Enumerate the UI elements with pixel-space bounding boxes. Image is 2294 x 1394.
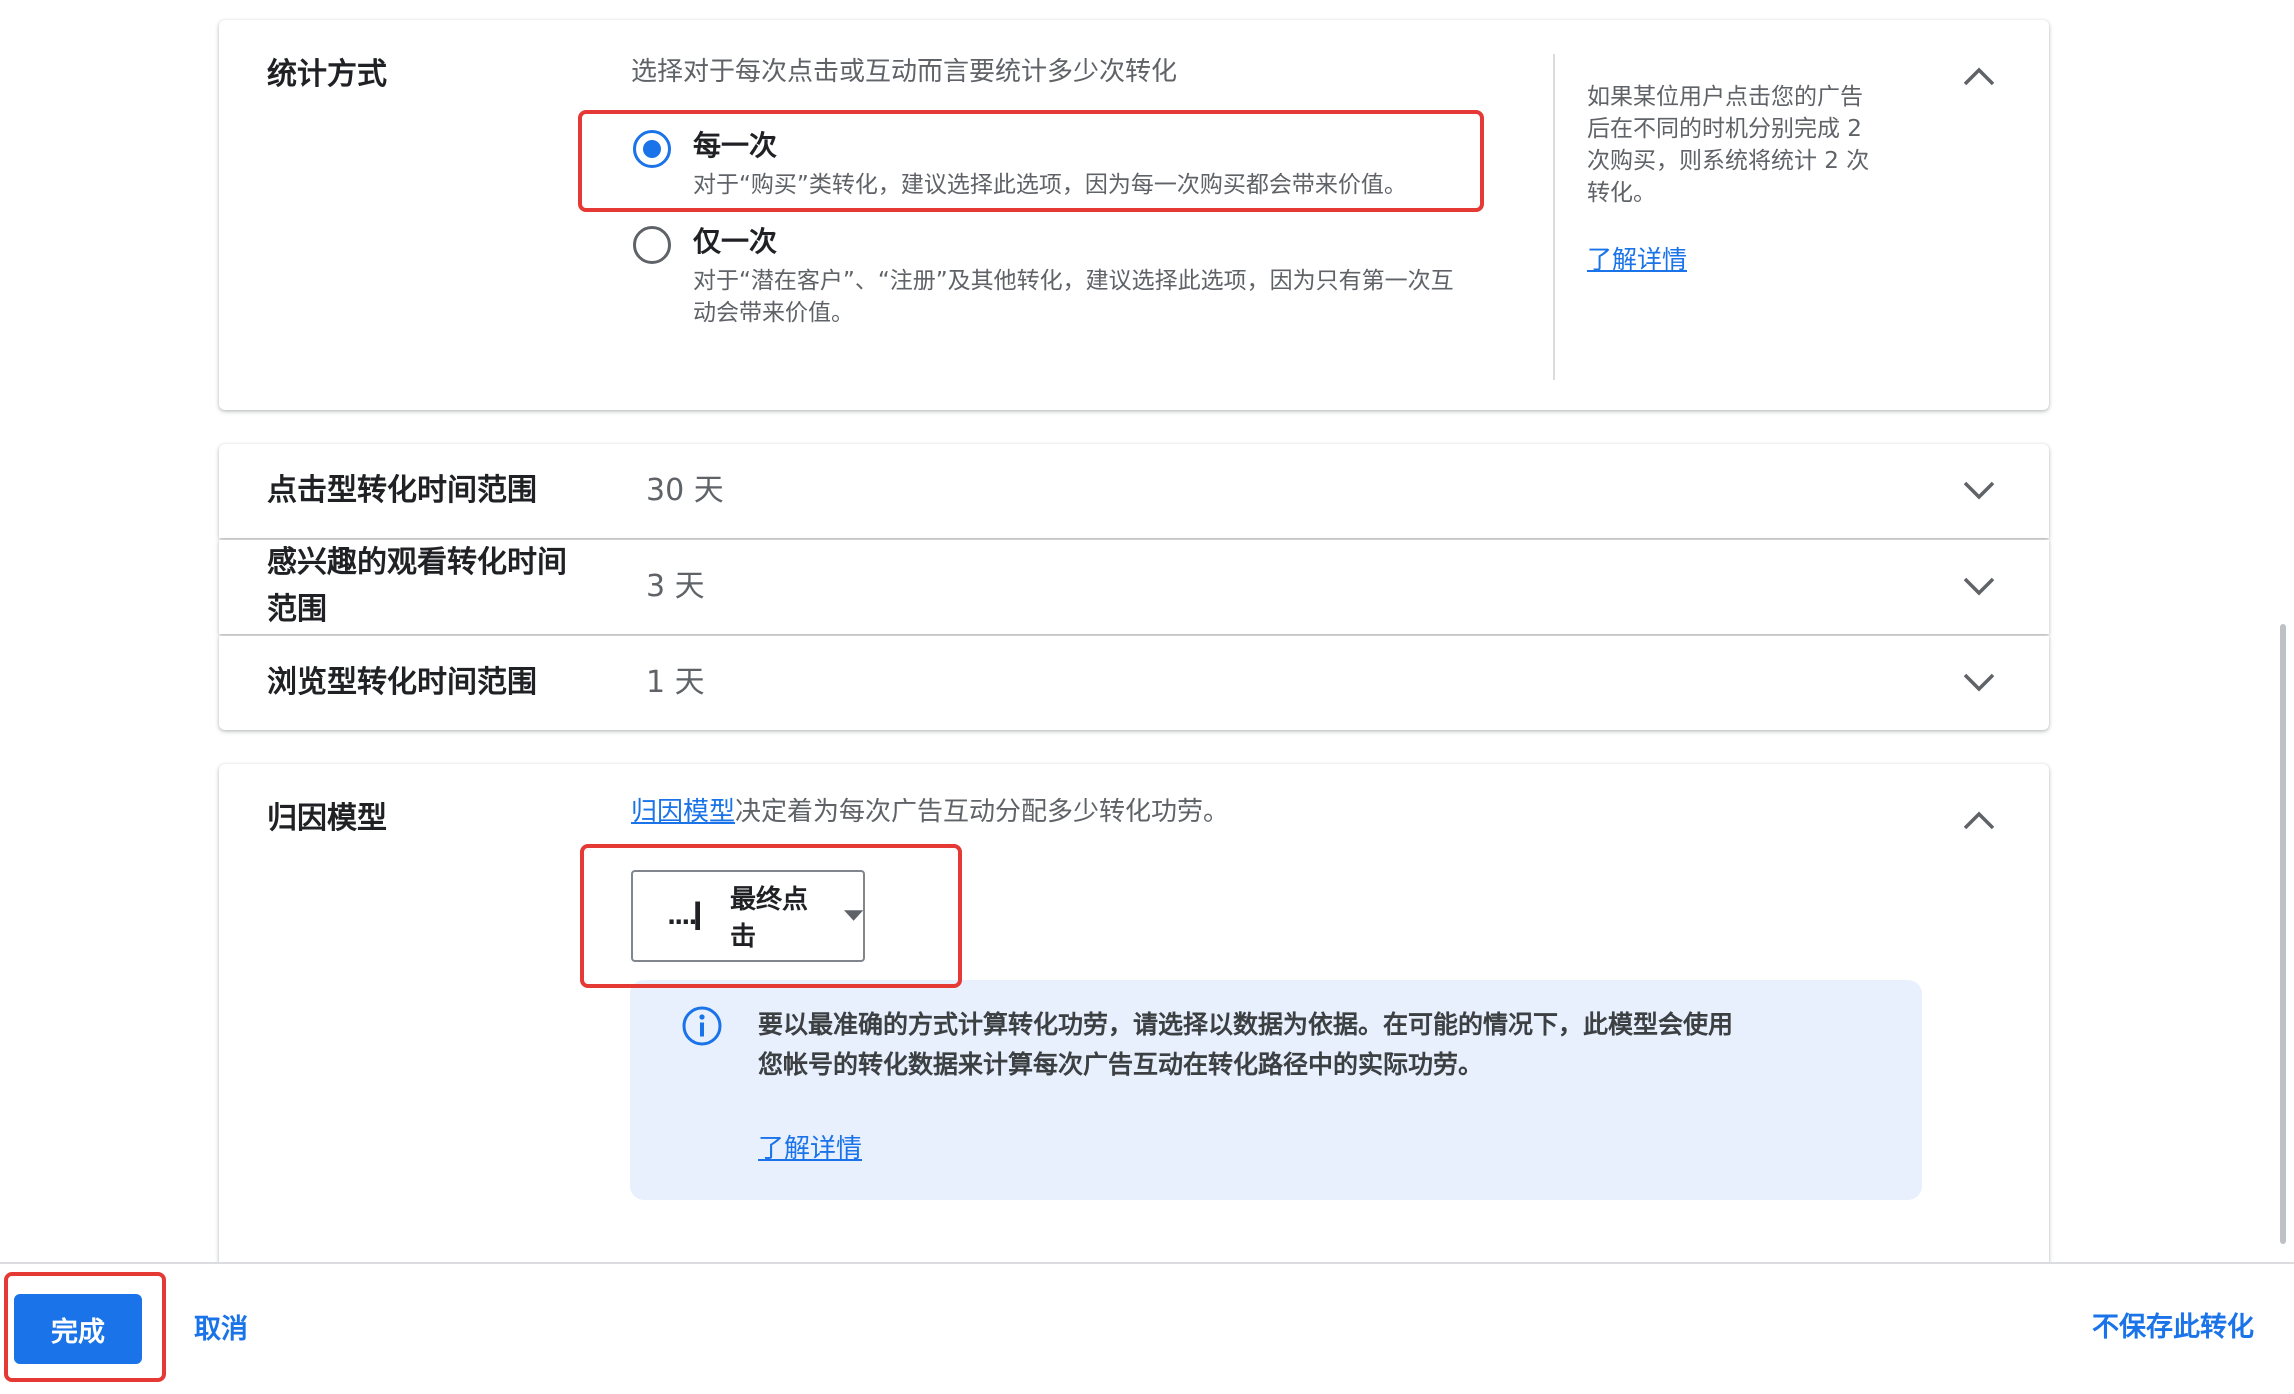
engaged-view-window-title-line1: 感兴趣的观看转化时间 <box>267 545 567 580</box>
expand-engaged-view-button[interactable] <box>1959 567 1999 607</box>
expand-view-through-button[interactable] <box>1959 663 1999 703</box>
attribution-model-dropdown[interactable]: ....▎ 最终点击 <box>631 870 865 962</box>
attribution-description: 归因模型决定着为每次广告互动分配多少转化功劳。 <box>631 794 1229 830</box>
attribution-info-box: 要以最准确的方式计算转化功劳，请选择以数据为依据。在可能的情况下，此模型会使用 … <box>630 980 1922 1200</box>
attribution-dropdown-value: 最终点击 <box>729 885 808 952</box>
click-through-window-value: 30 天 <box>646 473 724 508</box>
last-click-model-icon: ....▎ <box>667 902 714 930</box>
radio-once[interactable] <box>633 226 671 264</box>
info-icon <box>682 1006 722 1046</box>
counting-title: 统计方式 <box>267 57 387 92</box>
option-every-sub: 对于“购买”类转化，建议选择此选项，因为每一次购买都会带来价值。 <box>693 172 1407 198</box>
counting-card: 统计方式 选择对于每次点击或互动而言要统计多少次转化 每一次 对于“购买”类转化… <box>219 20 2049 410</box>
scrollbar-thumb[interactable] <box>2280 624 2286 1244</box>
option-every-label[interactable]: 每一次 <box>693 126 777 166</box>
expand-click-through-button[interactable] <box>1959 471 1999 511</box>
done-button[interactable]: 完成 <box>14 1294 142 1364</box>
help-text-line3: 次购买，则系统将统计 2 次 <box>1587 148 1870 174</box>
option-once-sub-line1: 对于“潜在客户”、“注册”及其他转化，建议选择此选项，因为只有第一次互 <box>693 268 1454 294</box>
collapse-attribution-button[interactable] <box>1959 800 1999 840</box>
view-through-window-title: 浏览型转化时间范围 <box>267 665 537 700</box>
chevron-up-icon <box>1963 811 1995 830</box>
help-text-line1: 如果某位用户点击您的广告 <box>1587 84 1863 110</box>
chevron-down-icon <box>1963 481 1995 500</box>
info-learn-more-link[interactable]: 了解详情 <box>758 1130 862 1168</box>
chevron-down-icon <box>1963 673 1995 692</box>
option-once-sub-line2: 动会带来价值。 <box>693 300 854 326</box>
info-text-line1: 要以最准确的方式计算转化功劳，请选择以数据为依据。在可能的情况下，此模型会使用 <box>758 1010 1734 1039</box>
click-through-window-row[interactable]: 点击型转化时间范围 30 天 <box>219 444 2049 538</box>
attribution-title: 归因模型 <box>267 801 387 836</box>
attribution-model-link[interactable]: 归因模型 <box>631 797 735 827</box>
radio-every[interactable] <box>633 130 671 168</box>
engaged-view-window-title-line2: 范围 <box>267 592 327 627</box>
chevron-up-icon <box>1963 67 1995 86</box>
attribution-description-rest: 决定着为每次广告互动分配多少转化功劳。 <box>735 797 1230 827</box>
chevron-down-icon <box>1963 577 1995 596</box>
help-learn-more-link[interactable]: 了解详情 <box>1587 244 1687 275</box>
attribution-card: 归因模型 归因模型决定着为每次广告互动分配多少转化功劳。 ....▎ 最终点击 … <box>219 764 2049 1264</box>
help-text-line4: 转化。 <box>1587 180 1656 206</box>
counting-description: 选择对于每次点击或互动而言要统计多少次转化 <box>631 57 1178 87</box>
engaged-view-window-value: 3 天 <box>646 569 705 604</box>
collapse-counting-button[interactable] <box>1959 56 1999 96</box>
caret-down-icon <box>843 910 863 921</box>
help-text-line2: 后在不同的时机分别完成 2 <box>1587 116 1862 142</box>
help-divider <box>1553 54 1555 380</box>
view-through-window-row[interactable]: 浏览型转化时间范围 1 天 <box>219 636 2049 730</box>
footer-bar: 完成 取消 不保存此转化 <box>0 1262 2294 1394</box>
view-through-window-value: 1 天 <box>646 665 705 700</box>
option-once-label[interactable]: 仅一次 <box>693 222 777 262</box>
engaged-view-window-row[interactable]: 感兴趣的观看转化时间 范围 3 天 <box>219 540 2049 634</box>
info-text-line2: 您帐号的转化数据来计算每次广告互动在转化路径中的实际功劳。 <box>758 1050 1484 1079</box>
cancel-button[interactable]: 取消 <box>194 1310 248 1350</box>
click-through-window-title: 点击型转化时间范围 <box>267 473 537 508</box>
conversion-settings-page: 统计方式 选择对于每次点击或互动而言要统计多少次转化 每一次 对于“购买”类转化… <box>0 0 2294 1394</box>
discard-conversion-button[interactable]: 不保存此转化 <box>2092 1308 2254 1348</box>
